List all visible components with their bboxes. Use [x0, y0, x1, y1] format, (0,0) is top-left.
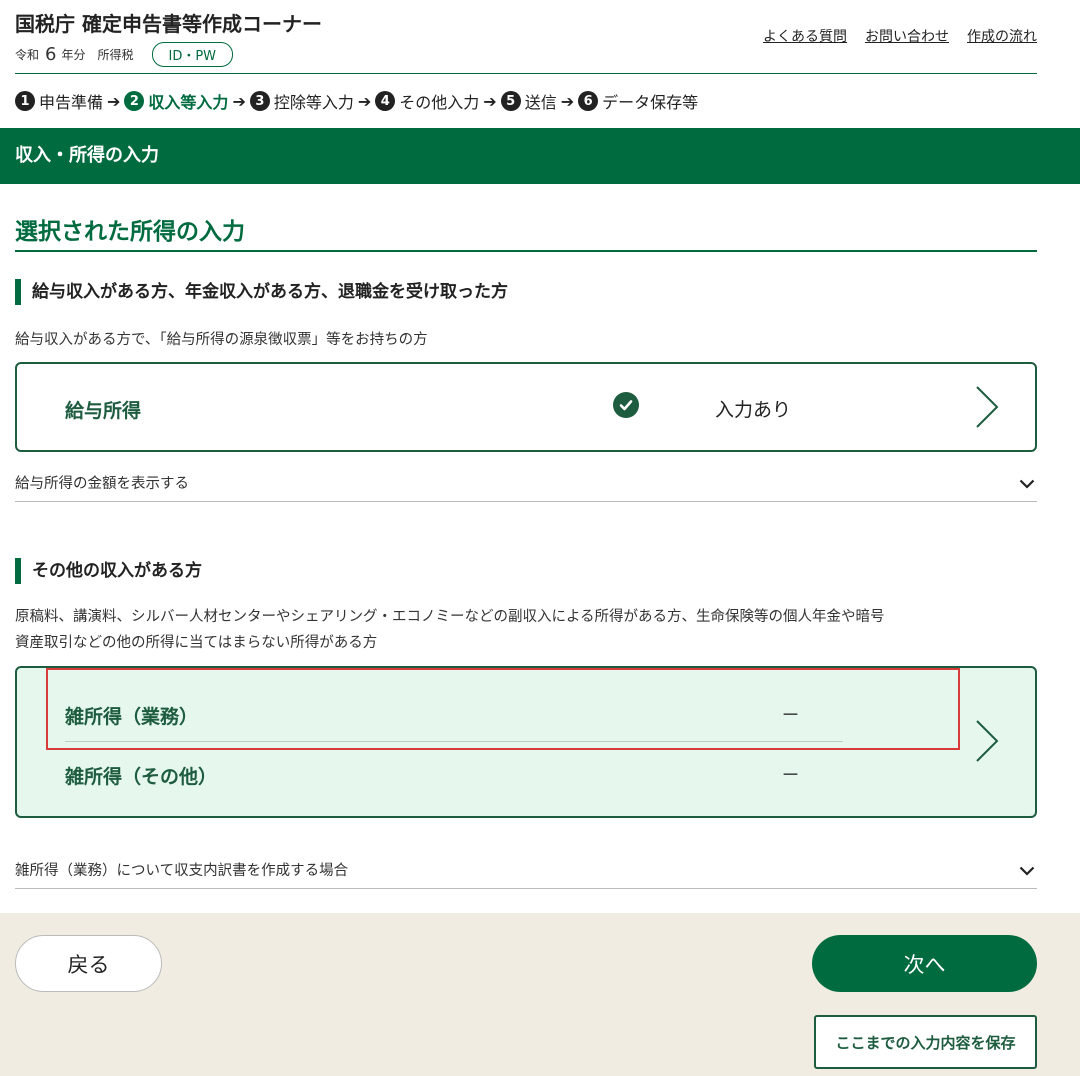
site-title: 国税庁 確定申告書等作成コーナー	[15, 12, 322, 36]
step-label: 申告準備	[39, 93, 104, 112]
misc-income-card[interactable]: 雑所得（業務） － 雑所得（その他） －	[15, 666, 1037, 818]
chevron-down-icon	[1019, 479, 1035, 489]
step-label: 収入等入力	[148, 93, 229, 112]
salary-income-card[interactable]: 給与所得 入力あり	[15, 362, 1037, 452]
site-header: 国税庁 確定申告書等作成コーナー 令和 6 年分 所得税 ID・PW よくある質…	[15, 0, 1037, 74]
salary-section-heading: 給与収入がある方、年金収入がある方、退職金を受け取った方	[15, 279, 508, 305]
step-number-icon: 2	[124, 91, 145, 111]
arrow-right-icon: ➔	[107, 91, 121, 111]
contact-link[interactable]: お問い合わせ	[865, 26, 949, 46]
tax-type: 所得税	[97, 48, 134, 62]
footer-bar: 戻る 次へ ここまでの入力内容を保存	[0, 913, 1080, 1076]
check-circle-icon	[613, 392, 639, 418]
salary-income-label: 給与所得	[65, 400, 142, 422]
section-title-bar: 収入・所得の入力	[0, 128, 1080, 184]
step-label: その他入力	[399, 93, 480, 112]
chevron-right-icon	[976, 386, 999, 428]
salary-section-description: 給与収入がある方で、「給与所得の源泉徴収票」等をお持ちの方	[15, 332, 428, 348]
chevron-right-icon	[976, 720, 999, 762]
item-divider	[65, 741, 843, 742]
back-button[interactable]: 戻る	[15, 935, 162, 992]
arrow-right-icon: ➔	[357, 91, 372, 111]
step-4: 4 その他入力	[375, 89, 479, 113]
other-income-description-1: 原稿料、講演料、シルバー人材センターやシェアリング・エコノミーなどの副収入による…	[15, 609, 885, 625]
era-label: 令和	[15, 48, 40, 62]
misc-income-business-value: －	[781, 704, 801, 726]
step-2: 2 収入等入力	[124, 89, 228, 113]
header-links: よくある質問 お問い合わせ 作成の流れ	[763, 26, 1037, 46]
other-income-section-heading: その他の収入がある方	[15, 558, 202, 584]
step-label: 控除等入力	[273, 93, 354, 112]
other-income-description-2: 資産取引などの他の所得に当てはまらない所得がある方	[15, 635, 378, 651]
step-number-icon: 6	[578, 91, 599, 111]
misc-income-other-label: 雑所得（その他）	[65, 766, 218, 788]
misc-income-other-value: －	[781, 764, 801, 786]
chevron-down-icon	[1019, 866, 1035, 876]
step-number-icon: 4	[375, 91, 396, 111]
progress-steps: 1 申告準備 ➔ 2 収入等入力 ➔ 3 控除等入力 ➔ 4 その他入力 ➔ 5 送信 ➔…	[15, 89, 698, 113]
faq-link[interactable]: よくある質問	[763, 26, 847, 46]
arrow-right-icon: ➔	[483, 91, 497, 111]
salary-input-status: 入力あり	[715, 399, 792, 421]
income-statement-toggle[interactable]: 雑所得（業務）について収支内訳書を作成する場合	[15, 857, 1037, 889]
tax-year: 6	[45, 44, 57, 65]
page-heading: 選択された所得の入力	[15, 212, 1037, 252]
salary-amount-toggle[interactable]: 給与所得の金額を表示する	[15, 470, 1037, 502]
save-progress-button[interactable]: ここまでの入力内容を保存	[814, 1015, 1037, 1069]
arrow-right-icon: ➔	[232, 91, 246, 111]
income-statement-toggle-label: 雑所得（業務）について収支内訳書を作成する場合	[15, 863, 349, 879]
step-5: 5 送信	[500, 89, 557, 113]
step-6: 6 データ保存等	[578, 89, 698, 113]
step-label: 送信	[524, 93, 557, 112]
misc-income-business-label: 雑所得（業務）	[65, 706, 199, 728]
step-number-icon: 1	[15, 91, 35, 111]
next-button[interactable]: 次へ	[812, 935, 1037, 992]
salary-amount-toggle-label: 給与所得の金額を表示する	[15, 476, 189, 492]
step-1: 1 申告準備	[15, 89, 103, 113]
year-suffix: 年分	[61, 48, 86, 62]
flow-link[interactable]: 作成の流れ	[967, 26, 1037, 46]
step-label: データ保存等	[602, 93, 699, 112]
arrow-right-icon: ➔	[560, 91, 575, 111]
idpw-badge: ID・PW	[151, 42, 234, 67]
step-3: 3 控除等入力	[249, 89, 354, 113]
tax-year-info: 令和 6 年分 所得税 ID・PW	[15, 42, 234, 67]
step-number-icon: 5	[500, 91, 521, 111]
step-number-icon: 3	[249, 91, 270, 111]
